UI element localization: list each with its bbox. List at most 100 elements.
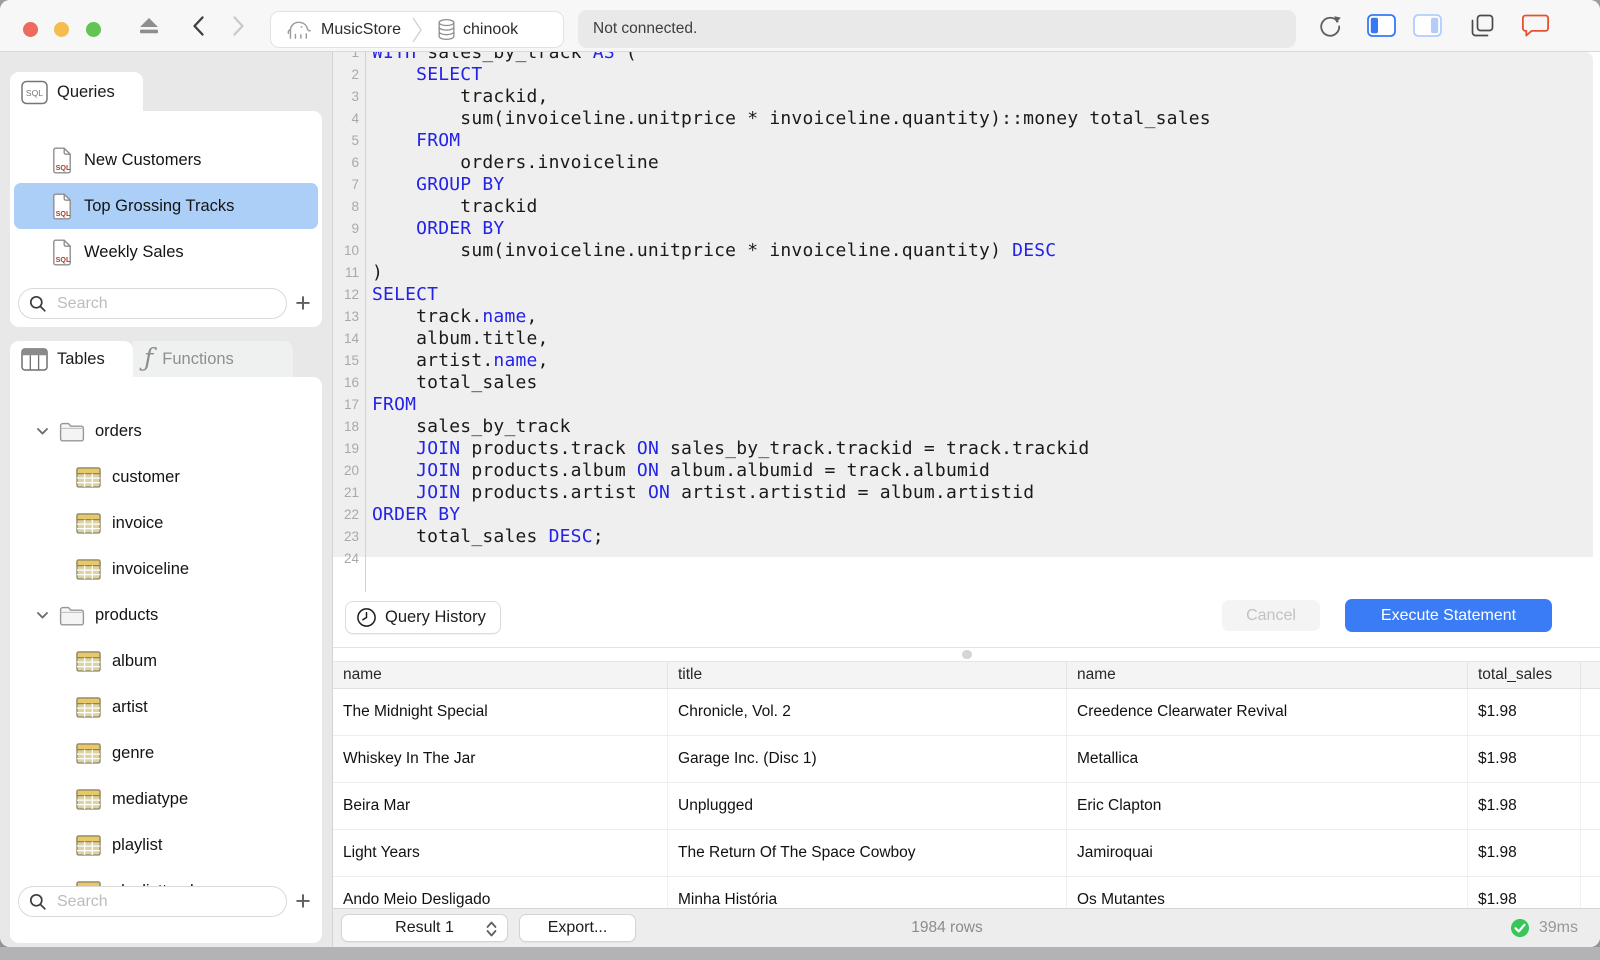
code-line: SELECT — [372, 284, 439, 305]
minimize-button[interactable] — [54, 22, 69, 37]
column-header[interactable]: name — [333, 662, 668, 688]
tree-item-label: invoiceline — [112, 559, 190, 578]
sidebar: SQL Queries SQL New Customers SQL Top Gr… — [0, 52, 333, 947]
code-line: ORDER BY — [416, 218, 505, 239]
toolbar: MusicStore chinook Not connected. — [0, 0, 1600, 52]
table-cell: Whiskey In The Jar — [333, 736, 668, 782]
tab-queries[interactable]: SQL Queries — [10, 72, 143, 112]
result-selector[interactable]: Result 1 — [341, 914, 508, 942]
table-icon — [76, 466, 101, 488]
zoom-button[interactable] — [86, 22, 101, 37]
table-icon — [76, 834, 101, 856]
query-search[interactable] — [18, 288, 287, 319]
execute-statement-button[interactable]: Execute Statement — [1345, 599, 1552, 632]
table-search[interactable] — [18, 886, 287, 917]
table-item[interactable]: album — [10, 638, 322, 684]
line-number: 15 — [343, 353, 359, 368]
code-line: sum(invoiceline.unitprice * invoiceline.… — [372, 240, 1057, 261]
line-number: 24 — [343, 551, 359, 566]
table-row[interactable]: Whiskey In The Jar Garage Inc. (Disc 1) Me… — [333, 736, 1600, 783]
line-number: 21 — [343, 485, 359, 500]
add-query-button[interactable]: + — [288, 286, 318, 320]
sql-editor[interactable]: 1 2 3 4 5 6 7 8 9 10 11 12 13 14 15 16 17 18 19 20 21 22 23 24 … — [333, 52, 1600, 647]
svg-text:SQL: SQL — [56, 163, 71, 172]
breadcrumb-database[interactable]: chinook — [423, 12, 528, 47]
editor-results-divider — [333, 647, 1600, 648]
sql-badge-icon: SQL — [21, 80, 48, 104]
code-line: SELECT — [416, 64, 483, 85]
column-header[interactable]: name — [1067, 662, 1468, 688]
table-item[interactable]: artist — [10, 684, 322, 730]
table-row[interactable]: Ando Meio Desligado Minha História Os Muta… — [333, 877, 1600, 909]
forward-button[interactable] — [226, 0, 250, 51]
results-statusbar: Result 1 Export... 1984 rows 39ms — [333, 908, 1600, 947]
line-number: 23 — [343, 529, 359, 544]
column-header[interactable]: title — [668, 662, 1067, 688]
query-history-button[interactable]: Query History — [345, 601, 501, 634]
column-header[interactable]: total_sales — [1468, 662, 1581, 688]
query-search-input[interactable] — [55, 293, 259, 314]
refresh-button[interactable] — [1316, 0, 1343, 51]
results-table: name title name total_sales The Midnight Sp… — [333, 661, 1600, 909]
table-tree: orders customer invoice invoiceline prod… — [10, 377, 322, 914]
line-number: 19 — [343, 441, 359, 456]
query-item-label: New Customers — [84, 150, 202, 169]
query-item[interactable]: SQL Top Grossing Tracks — [10, 183, 322, 229]
table-cell: $1.98 — [1468, 736, 1581, 782]
columns-table-icon — [21, 347, 48, 371]
table-item[interactable]: invoice — [10, 500, 322, 546]
sql-code[interactable]: WITH sales_by_track AS ( SELECT trackid,… — [372, 52, 1211, 570]
database-name: chinook — [463, 20, 519, 38]
table-item[interactable]: customer — [10, 454, 322, 500]
code-line: trackid, — [372, 86, 549, 107]
line-number: 14 — [343, 331, 359, 346]
table-item[interactable]: playlist — [10, 822, 322, 868]
chevron-left-icon — [192, 15, 204, 36]
tab-functions[interactable]: ƒ Functions — [133, 341, 293, 377]
code-line: artist.name, — [372, 350, 549, 371]
table-item[interactable]: mediatype — [10, 776, 322, 822]
table-row[interactable]: Light Years The Return Of The Space Cowbo… — [333, 830, 1600, 877]
table-icon — [76, 650, 101, 672]
sql-file-icon: SQL — [53, 193, 71, 219]
tree-item-label: album — [112, 651, 157, 670]
table-item[interactable]: genre — [10, 730, 322, 776]
table-item[interactable]: invoiceline — [10, 546, 322, 592]
breadcrumb-server[interactable]: MusicStore — [271, 12, 411, 47]
query-item[interactable]: SQL New Customers — [10, 137, 322, 183]
windows-button[interactable] — [1468, 0, 1496, 51]
refresh-icon — [1319, 15, 1341, 37]
tree-item-label: playlist — [112, 835, 163, 854]
schema-folder[interactable]: orders — [10, 408, 322, 454]
close-button[interactable] — [23, 22, 38, 37]
chevron-down-icon[interactable] — [36, 611, 49, 620]
folder-icon — [59, 606, 85, 625]
back-button[interactable] — [186, 0, 210, 51]
feedback-button[interactable] — [1520, 0, 1550, 51]
code-line: GROUP BY — [416, 174, 505, 195]
tab-tables-label: Tables — [57, 349, 105, 368]
divider-drag-handle[interactable] — [962, 650, 972, 659]
table-row[interactable]: The Midnight Special Chronicle, Vol. 2 Cre… — [333, 689, 1600, 736]
code-line: total_sales — [372, 372, 538, 393]
line-number: 22 — [343, 507, 359, 522]
schema-folder[interactable]: products — [10, 592, 322, 638]
chevron-down-icon[interactable] — [36, 427, 49, 436]
sidebar-left-toggle-button[interactable] — [1366, 0, 1396, 51]
line-number: 2 — [351, 67, 359, 82]
cancel-button[interactable]: Cancel — [1222, 600, 1320, 631]
query-item[interactable]: SQL Weekly Sales — [10, 229, 322, 275]
code-line: WITH sales_by_track AS ( — [372, 52, 637, 63]
table-cell: Creedence Clearwater Revival — [1067, 689, 1468, 735]
sidebar-right-toggle-button[interactable] — [1412, 0, 1442, 51]
eject-button[interactable] — [135, 0, 163, 51]
line-number: 13 — [343, 309, 359, 324]
code-line: FROM — [416, 130, 461, 151]
line-number: 12 — [343, 287, 359, 302]
export-button[interactable]: Export... — [519, 914, 636, 942]
code-line: ORDER BY — [372, 504, 461, 525]
table-search-input[interactable] — [55, 891, 259, 912]
add-table-button[interactable]: + — [288, 884, 318, 918]
table-row[interactable]: Beira Mar Unplugged Eric Clapton $1.98 — [333, 783, 1600, 830]
tab-tables[interactable]: Tables — [10, 341, 133, 377]
